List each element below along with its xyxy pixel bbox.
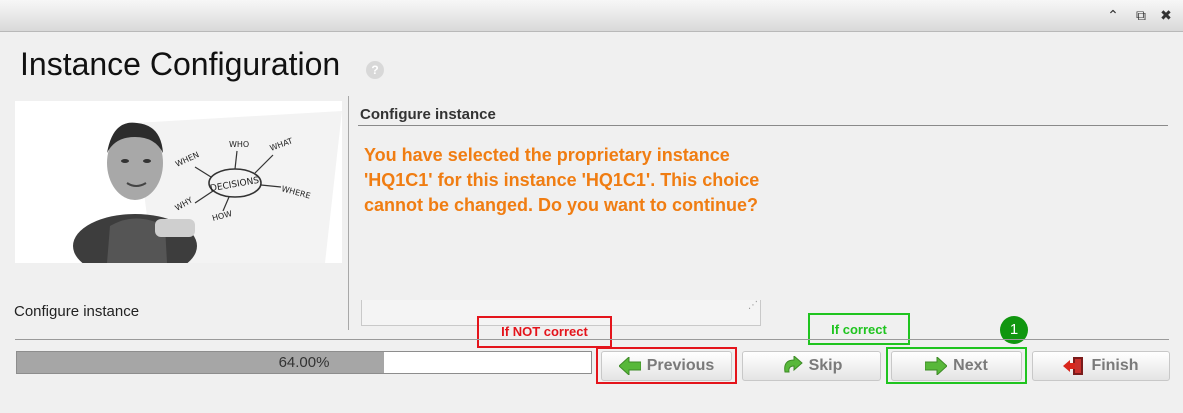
callout-if-correct: If correct (808, 313, 910, 345)
step-label: Configure instance (14, 303, 140, 320)
exit-door-icon (1063, 357, 1084, 375)
next-button[interactable]: Next (891, 351, 1022, 381)
panel-divider (348, 96, 349, 330)
previous-button[interactable]: Previous (601, 351, 732, 381)
section-title: Configure instance (360, 106, 496, 123)
popout-icon[interactable]: ⧉ (1132, 6, 1150, 24)
arrow-right-icon (925, 357, 948, 375)
resize-grip-icon[interactable]: ⋰ (748, 300, 758, 311)
next-label: Next (953, 357, 988, 374)
finish-button[interactable]: Finish (1032, 351, 1170, 381)
close-icon[interactable]: ✖ (1157, 6, 1175, 24)
section-rule (358, 125, 1168, 126)
skip-button[interactable]: Skip (742, 351, 881, 381)
page-title: Instance Configuration (20, 46, 341, 82)
confirmation-message: You have selected the proprietary instan… (364, 145, 760, 215)
footer-divider (15, 339, 1169, 340)
decision-illustration: DECISIONS WHO WHAT WHEN WHERE WHY HOW (15, 101, 342, 263)
callout-if-not-correct: If NOT correct (477, 316, 612, 348)
window-title-bar: ⌃ ⧉ ✖ (0, 0, 1183, 32)
illustration-word: WHO (229, 140, 249, 149)
arrow-left-icon (618, 357, 641, 375)
skip-icon (783, 356, 803, 373)
progress-bar: 64.00% (16, 351, 592, 374)
progress-label: 64.00% (278, 354, 330, 371)
help-icon[interactable]: ? (366, 61, 384, 79)
previous-label: Previous (646, 357, 715, 374)
collapse-icon[interactable]: ⌃ (1104, 6, 1122, 24)
skip-label: Skip (808, 357, 843, 374)
finish-label: Finish (1091, 357, 1139, 374)
